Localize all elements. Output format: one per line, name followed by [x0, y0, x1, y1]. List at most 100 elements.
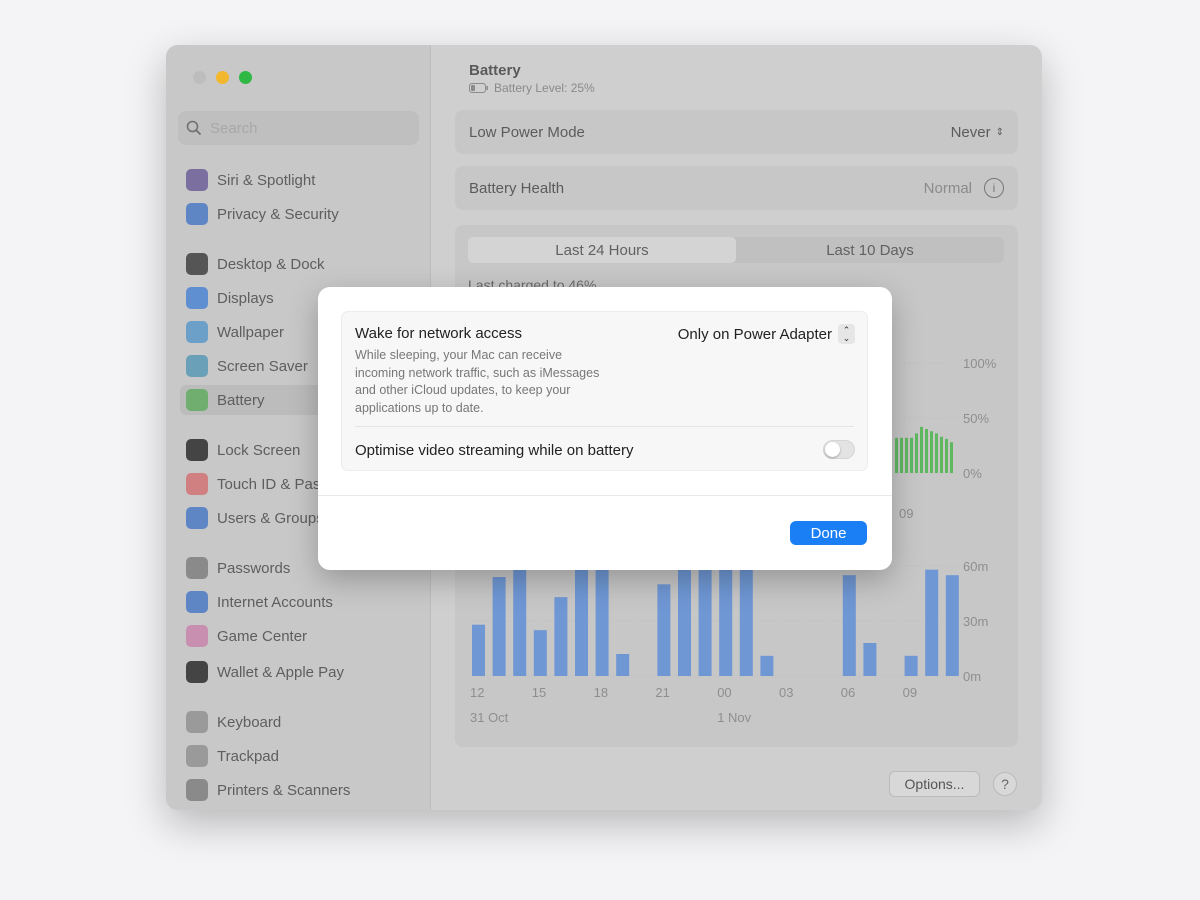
sun-icon: [186, 287, 208, 309]
sidebar-item-trackpad[interactable]: Trackpad: [180, 741, 420, 771]
sidebar-item-internet-accounts[interactable]: Internet Accounts: [180, 587, 420, 617]
usage-bar: [698, 566, 712, 676]
y-tick-label: 0%: [963, 466, 982, 481]
wake-network-title: Wake for network access: [355, 325, 522, 342]
zoom-button[interactable]: [239, 71, 252, 84]
divider: [318, 495, 892, 496]
options-button[interactable]: Options...: [889, 771, 980, 797]
options-group: Wake for network access While sleeping, …: [341, 311, 868, 471]
usage-bar: [760, 655, 774, 676]
x-tick-label: 09: [903, 685, 917, 700]
battery-level-bar: [945, 438, 948, 473]
wake-network-description: While sleeping, your Mac can receive inc…: [355, 348, 600, 415]
usage-bar: [595, 566, 609, 676]
usage-bar: [904, 655, 918, 676]
wake-network-value: Only on Power Adapter: [677, 325, 832, 343]
sidebar-item-label: Passwords: [217, 559, 291, 577]
battery-level-bar: [910, 437, 913, 473]
battery-level-bar: [905, 437, 908, 473]
sidebar-item-label: Siri & Spotlight: [217, 171, 316, 189]
sidebar-item-keyboard[interactable]: Keyboard: [180, 707, 420, 737]
keyboard-icon: [186, 711, 208, 733]
usage-bar: [842, 575, 856, 676]
wallet-icon: [186, 661, 208, 683]
video-streaming-toggle[interactable]: [823, 440, 855, 459]
search-icon: [186, 120, 202, 136]
x-tick-label: 00: [717, 685, 731, 700]
usage-bar: [657, 584, 671, 676]
usage-bar: [719, 566, 733, 676]
usage-bar: [472, 624, 485, 676]
x-tick-label: 21: [655, 685, 669, 700]
sidebar-item-label: Displays: [217, 289, 274, 307]
sidebar-item-label: Wallet & Apple Pay: [217, 663, 345, 681]
chevron-updown-icon: ⌃ ⌄: [838, 324, 855, 344]
usage-bar: [863, 643, 877, 676]
window-controls: [193, 71, 252, 84]
hand-icon: [186, 203, 208, 225]
fingerprint-icon: [186, 473, 208, 495]
sidebar-item-label: Privacy & Security: [217, 205, 339, 223]
usage-bar: [739, 566, 753, 676]
date-label: 31 Oct: [470, 710, 509, 725]
wake-network-select[interactable]: Only on Power Adapter ⌃ ⌄: [678, 324, 855, 344]
key-icon: [186, 557, 208, 579]
users-icon: [186, 507, 208, 529]
usage-bar: [492, 577, 506, 676]
battery-level-bar: [915, 433, 918, 473]
x-tick-label: 03: [779, 685, 793, 700]
close-button[interactable]: [193, 71, 206, 84]
usage-bar: [513, 566, 527, 676]
x-tick-label: 18: [594, 685, 608, 700]
sidebar-item-label: Battery: [217, 391, 265, 409]
printer-icon: [186, 779, 208, 801]
divider: [355, 426, 854, 427]
usage-bar: [554, 597, 568, 676]
sidebar-item-desktop-dock[interactable]: Desktop & Dock: [180, 249, 420, 279]
trackpad-icon: [186, 745, 208, 767]
sidebar-item-label: Wallpaper: [217, 323, 284, 341]
search-placeholder: Search: [210, 119, 258, 137]
battery-level-bar: [925, 429, 928, 473]
battery-options-dialog: Wake for network access While sleeping, …: [318, 287, 892, 570]
sidebar-item-game-center[interactable]: Game Center: [180, 621, 420, 651]
battery-level-bar: [920, 426, 923, 473]
sidebar-item-label: Desktop & Dock: [217, 255, 325, 273]
sidebar-item-label: Internet Accounts: [217, 593, 333, 611]
sidebar-item-label: Trackpad: [217, 747, 279, 765]
sidebar-item-label: Screen Saver: [217, 357, 308, 375]
x-tick-label: 09: [899, 506, 913, 521]
minimize-button[interactable]: [216, 71, 229, 84]
sidebar-item-label: Keyboard: [217, 713, 282, 731]
done-button[interactable]: Done: [790, 521, 867, 545]
y-tick-label: 100%: [963, 356, 997, 371]
y-tick-label: 60m: [963, 559, 988, 574]
sidebar-item-privacy-security[interactable]: Privacy & Security: [180, 199, 420, 229]
help-button[interactable]: ?: [993, 772, 1017, 796]
x-tick-label: 06: [841, 685, 855, 700]
lock-icon: [186, 439, 208, 461]
sidebar-item-label: Users & Groups: [217, 509, 324, 527]
y-tick-label: 30m: [963, 614, 988, 629]
y-tick-label: 0m: [963, 669, 981, 684]
sidebar-item-label: Lock Screen: [217, 441, 301, 459]
sidebar-item-printers-scanners[interactable]: Printers & Scanners: [180, 775, 420, 805]
sidebar-item-siri-spotlight[interactable]: Siri & Spotlight: [180, 165, 420, 195]
screensaver-icon: [186, 355, 208, 377]
usage-bar: [533, 630, 547, 676]
battery-level-bar: [895, 437, 898, 473]
battery-level-bar: [950, 442, 953, 473]
x-tick-label: 15: [532, 685, 546, 700]
usage-bar: [945, 575, 959, 676]
battery-level-bar: [930, 431, 933, 473]
dock-icon: [186, 253, 208, 275]
date-label: 1 Nov: [717, 710, 751, 725]
search-input[interactable]: Search: [178, 111, 419, 145]
usage-bar: [616, 654, 630, 676]
usage-bar: [575, 566, 588, 676]
at-icon: [186, 591, 208, 613]
x-tick-label: 12: [470, 685, 484, 700]
sidebar-item-wallet-apple-pay[interactable]: Wallet & Apple Pay: [180, 657, 420, 687]
gamecenter-icon: [186, 625, 208, 647]
video-streaming-label: Optimise video streaming while on batter…: [355, 442, 634, 459]
